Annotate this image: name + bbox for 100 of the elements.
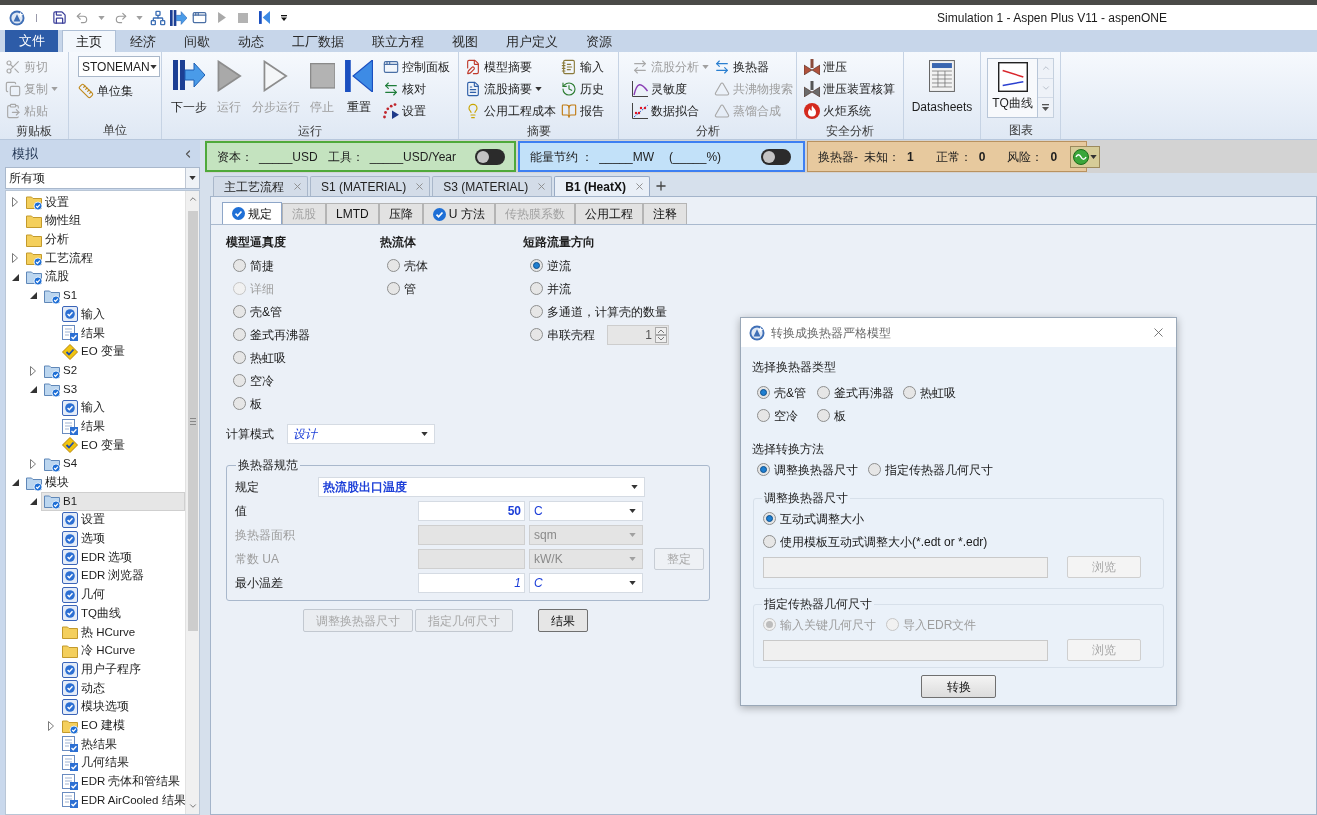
toggle-switch[interactable]	[475, 148, 505, 165]
convert-button[interactable]: 转换	[921, 675, 996, 698]
radio-button[interactable]	[233, 397, 246, 410]
triangle-corner-icon[interactable]	[29, 497, 37, 505]
tree-item[interactable]: 模块选项	[59, 697, 185, 717]
ribbon-tab[interactable]: 资源	[572, 30, 626, 52]
bar-arrow-icon[interactable]	[170, 9, 187, 26]
ribbon-button[interactable]: 核对	[382, 78, 450, 100]
tree-item[interactable]: 冷 HCurve	[59, 641, 185, 661]
ribbon-button[interactable]: 公用工程成本	[465, 100, 556, 122]
tree-item[interactable]: 物性组	[23, 211, 185, 231]
close-icon[interactable]	[1151, 325, 1166, 340]
radio-button[interactable]	[817, 386, 830, 399]
add-tab-icon[interactable]	[653, 179, 668, 193]
ribbon-button[interactable]: 火炬系统	[804, 100, 895, 122]
radio-button[interactable]	[530, 328, 543, 341]
caret-icon[interactable]	[98, 15, 105, 20]
radio-button[interactable]	[387, 282, 400, 295]
ribbon-tab[interactable]: 主页	[62, 30, 116, 52]
tree-item[interactable]: 输入	[59, 305, 185, 324]
radio-button[interactable]	[530, 259, 543, 272]
triangle-right-icon[interactable]	[12, 197, 18, 208]
form-tab[interactable]: 压降	[378, 203, 423, 224]
tree-item[interactable]: 结果	[59, 323, 185, 343]
triangle-right-icon[interactable]	[30, 458, 36, 469]
scroll-down-icon[interactable]	[187, 801, 198, 811]
form-tab[interactable]: U 方法	[422, 203, 495, 224]
tree-item[interactable]: 热结果	[59, 734, 185, 754]
calculation-mode-dropdown[interactable]: 设计	[287, 424, 435, 444]
close-icon[interactable]	[414, 181, 426, 192]
chart-gallery-item[interactable]: TQ曲线	[987, 58, 1038, 118]
tree-item[interactable]: EO 变量	[59, 342, 185, 362]
unit-dropdown[interactable]: C	[529, 501, 643, 521]
caret-icon[interactable]	[136, 15, 143, 20]
radio-button[interactable]	[757, 386, 770, 399]
ribbon-tab[interactable]: 用户定义	[492, 30, 572, 52]
ribbon-large-button[interactable]: 重置	[340, 56, 378, 116]
tree-item[interactable]: EDR 浏览器	[59, 566, 185, 586]
radio-button[interactable]	[757, 409, 770, 422]
ribbon-button[interactable]: 泄压装置核算	[804, 78, 895, 100]
close-icon[interactable]	[536, 181, 548, 192]
tree-item[interactable]: 结果	[59, 417, 185, 436]
radio-button[interactable]	[233, 351, 246, 364]
tree-item[interactable]: 分析	[23, 230, 185, 250]
value-input[interactable]: 50	[418, 501, 525, 521]
scroll-down-icon[interactable]	[1040, 83, 1051, 93]
tree-item[interactable]: 动态	[59, 678, 185, 698]
ribbon-button[interactable]: 设置	[382, 100, 450, 122]
tree-item[interactable]: 输入	[59, 398, 185, 418]
save-icon[interactable]	[52, 10, 67, 25]
tree-item[interactable]: EO 建模	[59, 716, 185, 735]
radio-button[interactable]	[763, 512, 776, 525]
triangle-corner-icon[interactable]	[29, 385, 37, 393]
customize-icon[interactable]	[281, 14, 287, 21]
triangle-right-icon[interactable]	[48, 720, 54, 731]
ribbon-button[interactable]: 报告	[561, 100, 604, 122]
tree-item[interactable]: 工艺流程	[23, 249, 185, 268]
tree-item[interactable]: TQ曲线	[59, 604, 185, 623]
ribbon-tab[interactable]: 工厂数据	[278, 30, 358, 52]
radio-button[interactable]	[233, 374, 246, 387]
tree-item[interactable]: S4	[41, 454, 185, 474]
ribbon-button[interactable]: 灵敏度	[632, 78, 709, 100]
radio-button[interactable]	[903, 386, 916, 399]
triangle-right-icon[interactable]	[30, 365, 36, 376]
ribbon-button[interactable]: 模型摘要	[465, 56, 556, 78]
ribbon-tab[interactable]: 动态	[224, 30, 278, 52]
triangle-right-icon[interactable]	[12, 253, 18, 264]
form-tab[interactable]: 注释	[642, 203, 687, 224]
ribbon-button[interactable]: 历史	[561, 78, 604, 100]
tree-item[interactable]: 几何结果	[59, 753, 185, 773]
ribbon-button[interactable]: 控制面板	[382, 56, 450, 78]
ribbon-button[interactable]: 数据拟合	[632, 100, 709, 122]
stop-icon[interactable]	[238, 12, 248, 23]
ribbon-button[interactable]: 换热器	[714, 56, 793, 78]
radio-button[interactable]	[868, 463, 881, 476]
form-tab[interactable]: 公用工程	[574, 203, 643, 224]
triangle-corner-icon[interactable]	[29, 292, 37, 300]
undo-icon[interactable]	[75, 10, 89, 25]
tree-item[interactable]: EDR 壳体和管结果	[59, 772, 185, 791]
spec-dropdown[interactable]: 热流股出口温度	[318, 477, 645, 497]
scroll-up-icon[interactable]	[187, 194, 198, 204]
form-tab[interactable]: 规定	[222, 202, 282, 224]
tree-item[interactable]: B1	[41, 492, 185, 511]
unit-set-dropdown[interactable]: STONEMAN	[78, 56, 160, 77]
ribbon-button[interactable]: 流股摘要	[465, 78, 556, 100]
close-icon[interactable]	[292, 181, 303, 192]
ribbon-tab[interactable]: 经济	[116, 30, 170, 52]
app-logo-icon[interactable]	[9, 9, 25, 26]
ribbon-large-button[interactable]: Datasheets	[906, 56, 978, 116]
tree-item[interactable]: 用户子程序	[59, 660, 185, 679]
ribbon-tab[interactable]: 视图	[438, 30, 492, 52]
triangle-corner-icon[interactable]	[11, 479, 19, 487]
scrollbar-thumb[interactable]	[187, 211, 198, 631]
unit-dropdown[interactable]: C	[529, 573, 643, 593]
tree-item[interactable]: 选项	[59, 529, 185, 549]
document-tab[interactable]: S3 (MATERIAL)	[432, 176, 553, 196]
ribbon-button[interactable]: 输入	[561, 56, 604, 78]
triangle-corner-icon[interactable]	[11, 273, 19, 281]
window-icon[interactable]	[192, 10, 207, 25]
toggle-switch[interactable]	[761, 148, 791, 165]
